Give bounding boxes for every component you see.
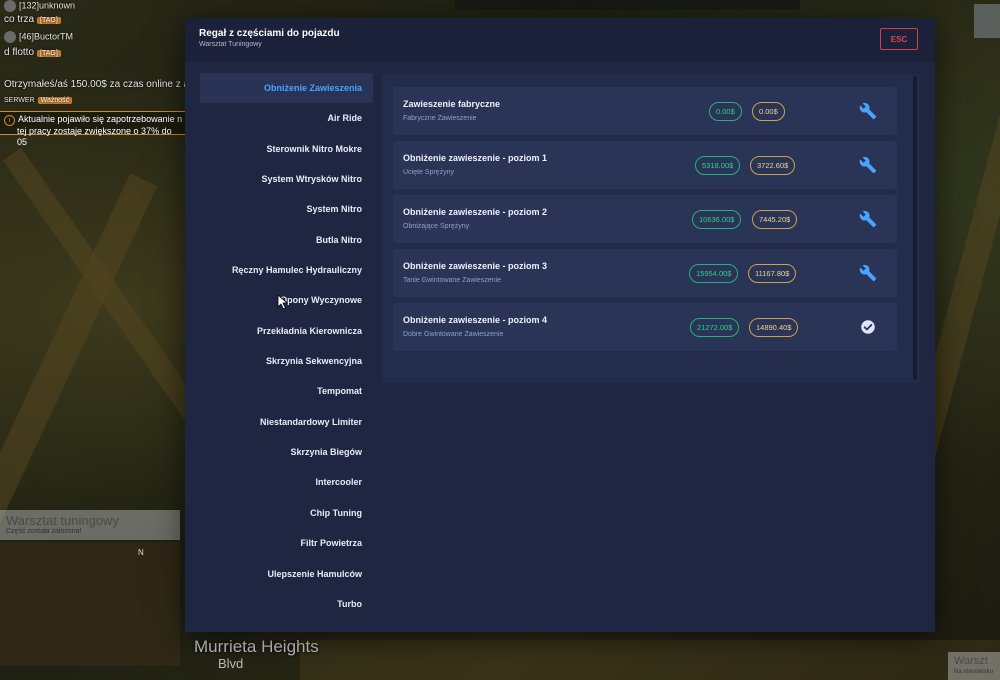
part-subtitle: Tanie Gwintowane Zawieszenie: [403, 277, 502, 284]
chat-badge: [TAG]: [37, 17, 61, 24]
price-badge-green: 0.00$: [709, 102, 742, 121]
price-badge-gold: 3722.60$: [750, 156, 796, 175]
category-sidebar: Obniżenie Zawieszenia Air Ride Sterownik…: [200, 73, 373, 619]
sidebar-item-system-nitro[interactable]: System Nitro: [200, 194, 373, 224]
announcement-line: tej pracy zostaje zwiększone o 37% do 05: [17, 126, 172, 147]
part-title: Obniżenie zawieszenie - poziom 4: [403, 315, 548, 325]
avatar: [4, 31, 16, 43]
sidebar-item-skrzynia-sekwencyjna[interactable]: Skrzynia Sekwencyjna: [200, 346, 373, 376]
list-item: Obniżenie zawieszenie - poziom 4 Dobre G…: [393, 303, 897, 351]
esc-button[interactable]: ESC: [880, 28, 918, 50]
part-subtitle: Obniżające Sprężyny: [403, 223, 470, 230]
location-street: Blvd: [218, 656, 244, 671]
sidebar-item-intercooler[interactable]: Intercooler: [200, 467, 373, 497]
chat-line: co trza [TAG]: [4, 14, 61, 25]
sidebar-item-ulepszenie-hamulcow[interactable]: Ulepszenie Hamulców: [200, 559, 373, 589]
mouse-cursor-icon: [277, 294, 288, 310]
price-badge-green: 5318.00$: [695, 156, 741, 175]
modal-header: Regał z częściami do pojazdu Warsztat Tu…: [185, 18, 935, 62]
sidebar-item-skrzynia-biegow[interactable]: Skrzynia Biegów: [200, 437, 373, 467]
wrench-icon[interactable]: [859, 102, 877, 120]
info-icon: i: [4, 115, 15, 126]
sidebar-item-przekladnia-kierownicza[interactable]: Przekładnia Kierownicza: [200, 316, 373, 346]
announcement-text: Aktualnie pojawiło się zapotrzebowanie n: [18, 114, 183, 124]
chat-text: [46]BuctorTM: [19, 31, 74, 42]
sidebar-item-obnizenie-zawieszenia[interactable]: Obniżenie Zawieszenia: [200, 73, 373, 103]
sidebar-item-chip-tuning[interactable]: Chip Tuning: [200, 498, 373, 528]
chat-text: Otrzymałeś/aś 150.00$ za czas online z a…: [4, 79, 195, 90]
chat-text: [132]unknown: [19, 0, 76, 11]
list-item: Obniżenie zawieszenie - poziom 2 Obniżaj…: [393, 195, 897, 243]
workshop-subtitle: Część została założona!: [6, 528, 82, 535]
top-corner-panel: [974, 4, 1000, 38]
sidebar-item-niestandardowy-limiter[interactable]: Niestandardowy Limiter: [200, 407, 373, 437]
wrench-icon[interactable]: [859, 210, 877, 228]
sidebar-item-filtr-powietrza[interactable]: Filtr Powietrza: [200, 528, 373, 558]
sidebar-item-tempomat[interactable]: Tempomat: [200, 376, 373, 406]
sidebar-item-sterownik-nitro-mokre[interactable]: Sterownik Nitro Mokre: [200, 134, 373, 164]
price-badge-green: 21272.00$: [690, 318, 740, 337]
wrench-icon[interactable]: [859, 264, 877, 282]
workshop-notification: Warsztat tuningowy Część została założon…: [0, 510, 180, 540]
wrench-icon[interactable]: [859, 156, 877, 174]
workshop-title: Warsztat tuningowy: [6, 513, 119, 528]
chat-line: SERWER Ważność: [4, 97, 73, 104]
price-badge-gold: 14890.40$: [749, 318, 799, 337]
part-title: Obniżenie zawieszenie - poziom 3: [403, 261, 548, 271]
chat-badge: [TAG]: [37, 50, 61, 57]
scene-beam: [300, 640, 1000, 680]
avatar: [4, 0, 16, 12]
chat-line: Otrzymałeś/aś 150.00$ za czas online z a…: [4, 79, 194, 90]
list-item: Zawieszenie fabryczne Fabryczne Zawiesze…: [393, 87, 897, 135]
sidebar-item-air-ride[interactable]: Air Ride: [200, 103, 373, 133]
corner-subtitle: Na stanowisku: [954, 669, 994, 675]
chat-line: [132]unknown: [4, 0, 75, 12]
scrollbar[interactable]: [913, 76, 917, 380]
chat-line: [46]BuctorTM: [4, 31, 73, 43]
location-name: Murrieta Heights: [194, 637, 319, 656]
modal-subtitle: Warsztat Tuningowy: [199, 41, 262, 48]
price-badge-gold: 0.00$: [752, 102, 785, 121]
price-badge-green: 15954.00$: [689, 264, 739, 283]
sidebar-item-system-wtryskow-nitro[interactable]: System Wtrysków Nitro: [200, 164, 373, 194]
chat-line: d flotto [TAG]: [4, 47, 61, 58]
corner-notification: Warszt Na stanowisku: [948, 652, 1000, 680]
corner-title: Warszt: [954, 655, 988, 667]
list-item: Obniżenie zawieszenie - poziom 3 Tanie G…: [393, 249, 897, 297]
minimap: [0, 542, 180, 666]
server-badge: Ważność: [37, 97, 73, 104]
price-badge-gold: 7445.20$: [752, 210, 798, 229]
parts-shelf-modal: Regał z częściami do pojazdu Warsztat Tu…: [185, 18, 935, 632]
minimap-compass: N: [138, 548, 146, 557]
part-subtitle: Dobre Gwintowane Zawieszenie: [403, 331, 504, 338]
server-label: SERWER: [4, 97, 35, 104]
part-title: Obniżenie zawieszenie - poziom 1: [403, 153, 548, 163]
sidebar-item-butla-nitro[interactable]: Butla Nitro: [200, 225, 373, 255]
price-badge-green: 10636.00$: [692, 210, 742, 229]
top-status-bar: [455, 0, 800, 10]
list-item: Obniżenie zawieszenie - poziom 1 Ucięte …: [393, 141, 897, 189]
parts-list: Zawieszenie fabryczne Fabryczne Zawiesze…: [382, 74, 919, 383]
chat-text: co trza: [4, 14, 35, 25]
price-badge-gold: 11167.80$: [748, 264, 797, 283]
sidebar-item-turbo[interactable]: Turbo: [200, 589, 373, 619]
check-circle-icon: [861, 320, 875, 334]
modal-title: Regał z częściami do pojazdu: [199, 28, 340, 39]
chat-text: d flotto: [4, 47, 35, 58]
announcement-box: i Aktualnie pojawiło się zapotrzebowanie …: [0, 111, 188, 147]
part-title: Obniżenie zawieszenie - poziom 2: [403, 207, 548, 217]
part-subtitle: Ucięte Sprężyny: [403, 169, 454, 176]
sidebar-item-reczny-hamulec[interactable]: Ręczny Hamulec Hydrauliczny: [200, 255, 373, 285]
announcement-line: i Aktualnie pojawiło się zapotrzebowanie …: [4, 114, 184, 126]
part-subtitle: Fabryczne Zawieszenie: [403, 115, 477, 122]
part-title: Zawieszenie fabryczne: [403, 99, 501, 109]
